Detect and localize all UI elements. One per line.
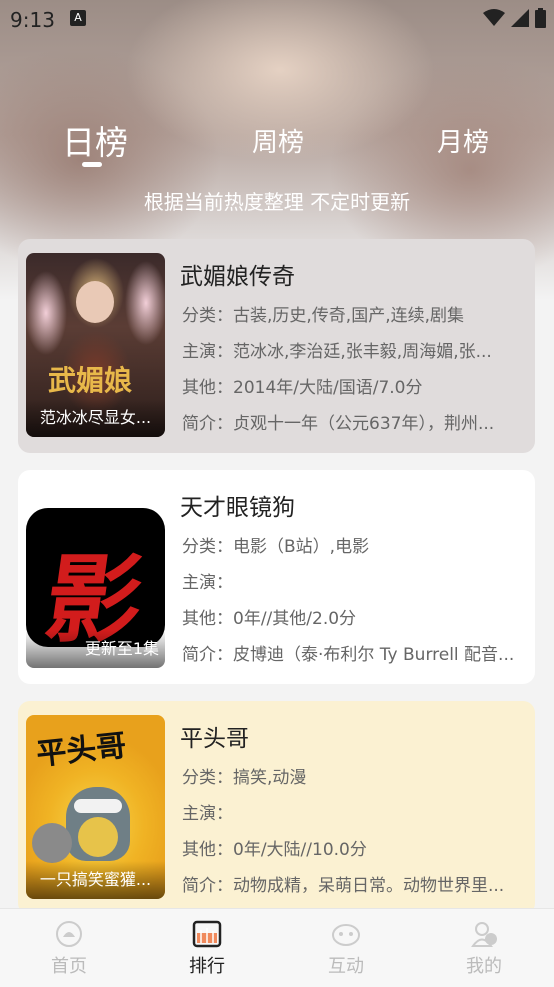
poster-image: 平头哥 一只搞笑蜜獾...	[26, 715, 165, 899]
ranking-item-2[interactable]: 影 更新至1集 天才眼镜狗 分类：电影（B站）,电影 主演： 其他：0年//其他…	[18, 470, 535, 684]
wifi-icon	[483, 9, 505, 26]
nav-label: 首页	[51, 956, 87, 977]
poster-caption: 一只搞笑蜜獾...	[26, 861, 165, 899]
poster-app-icon: 影	[26, 508, 165, 656]
battery-icon	[535, 8, 546, 28]
notification-icon: A	[70, 10, 86, 26]
home-icon	[56, 921, 82, 947]
item-intro: 简介：动物成精，呆萌日常。动物世界里...	[182, 876, 505, 896]
nav-label: 我的	[466, 956, 502, 977]
poster-caption: 更新至1集	[26, 630, 165, 668]
poster-character	[66, 787, 130, 861]
bottom-nav: 首页 排行 互动 我的	[0, 908, 554, 987]
signal-icon	[511, 9, 529, 27]
poster-figure	[76, 281, 114, 323]
ranking-item-1[interactable]: 武媚娘 范冰冰尽显女... 武媚娘传奇 分类：古装,历史,传奇,国产,连续,剧集…	[18, 239, 535, 453]
status-icons	[483, 8, 546, 28]
ranking-tabs: 日榜 周榜 月榜	[0, 110, 554, 170]
nav-label: 排行	[189, 956, 225, 977]
poster-logo: 平头哥	[34, 728, 128, 773]
poster-logo: 武媚娘	[48, 364, 133, 397]
nav-ranking[interactable]: 排行	[167, 919, 247, 978]
item-title: 平头哥	[180, 726, 249, 752]
ranking-item-3[interactable]: 平头哥 一只搞笑蜜獾... 平头哥 分类：搞笑,动漫 主演： 其他：0年/大陆/…	[18, 701, 535, 915]
ranking-subtitle: 根据当前热度整理 不定时更新	[143, 190, 411, 214]
nav-interact[interactable]: 互动	[306, 919, 386, 978]
poster-image: 影 更新至1集	[26, 484, 165, 668]
poster-caption: 范冰冰尽显女...	[26, 399, 165, 437]
item-cast: 主演：	[182, 573, 233, 593]
item-intro: 简介：皮博迪（泰·布利尔 Ty Burrell 配音...	[182, 645, 515, 665]
item-title: 天才眼镜狗	[180, 495, 295, 521]
profile-icon	[471, 922, 497, 947]
tab-indicator	[82, 162, 102, 167]
tab-daily[interactable]: 日榜	[62, 116, 128, 164]
item-cast: 主演：范冰冰,李治廷,张丰毅,周海媚,张...	[182, 342, 492, 362]
interact-icon	[332, 924, 360, 946]
item-other: 其他：0年/大陆//10.0分	[182, 840, 367, 860]
item-category: 分类：电影（B站）,电影	[182, 537, 370, 557]
item-other: 其他：2014年/大陆/国语/7.0分	[182, 378, 423, 398]
ranking-icon	[192, 920, 222, 948]
tab-weekly[interactable]: 周榜	[252, 122, 304, 159]
item-category: 分类：搞笑,动漫	[182, 768, 307, 788]
status-time: 9:13	[10, 8, 55, 32]
nav-label: 互动	[328, 956, 364, 977]
nav-home[interactable]: 首页	[29, 919, 109, 978]
item-category: 分类：古装,历史,传奇,国产,连续,剧集	[182, 306, 465, 326]
tab-monthly[interactable]: 月榜	[437, 122, 489, 159]
item-intro: 简介：贞观十一年（公元637年），荆州...	[182, 414, 495, 434]
item-title: 武媚娘传奇	[180, 264, 295, 290]
item-cast: 主演：	[182, 804, 233, 824]
nav-profile[interactable]: 我的	[444, 919, 524, 978]
poster-image: 武媚娘 范冰冰尽显女...	[26, 253, 165, 437]
item-other: 其他：0年//其他/2.0分	[182, 609, 357, 629]
poster-character-2	[32, 823, 72, 863]
status-bar: 9:13 A	[0, 0, 554, 36]
